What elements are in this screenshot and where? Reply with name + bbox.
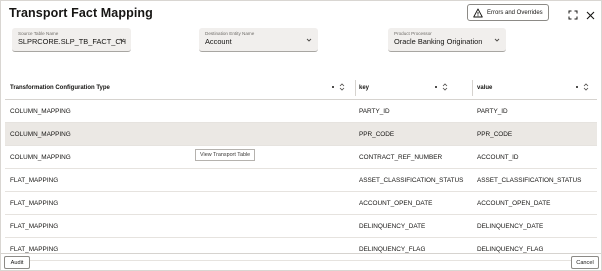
- key-cell: DELINQUENCY_FLAG: [359, 245, 426, 253]
- type-cell: COLUMN_MAPPING: [10, 107, 71, 115]
- close-icon[interactable]: [586, 7, 595, 20]
- cancel-button[interactable]: Cancel: [571, 256, 599, 269]
- table-row[interactable]: FLAT_MAPPING DELINQUENCY_FLAG DELINQUENC…: [5, 238, 597, 261]
- page-title: Transport Fact Mapping: [9, 6, 153, 20]
- value-cell: DELINQUENCY_DATE: [477, 222, 544, 230]
- key-cell: ACCOUNT_OPEN_DATE: [359, 199, 433, 207]
- type-cell: COLUMN_MAPPING: [10, 153, 71, 161]
- expand-icon[interactable]: [568, 7, 578, 20]
- sort-icon[interactable]: [576, 83, 589, 91]
- value-cell: PARTY_ID: [477, 107, 508, 115]
- chevron-down-icon: [119, 38, 125, 42]
- value-cell: ACCOUNT_ID: [477, 153, 519, 161]
- product-processor-value: Oracle Banking Origination: [394, 37, 483, 46]
- view-transport-table-tooltip: View Transport Table: [195, 149, 256, 161]
- column-header-type[interactable]: Transformation Configuration Type: [10, 77, 110, 99]
- key-cell: PPR_CODE: [359, 130, 395, 138]
- value-cell: ASSET_CLASSIFICATION_STATUS: [477, 176, 582, 184]
- source-table-select[interactable]: Source Table Name SLPRCORE.SLP_TB_FACT_C…: [12, 28, 131, 52]
- warning-icon: [473, 8, 483, 18]
- footer-divider: [1, 253, 601, 254]
- table-header: Transformation Configuration Type key va…: [5, 77, 597, 100]
- destination-entity-select[interactable]: Destination Entity Name Account: [199, 28, 318, 52]
- chevron-down-icon: [494, 38, 500, 42]
- type-cell: COLUMN_MAPPING: [10, 130, 71, 138]
- source-table-value: SLPRCORE.SLP_TB_FACT_CH: [18, 37, 127, 46]
- type-cell: FLAT_MAPPING: [10, 222, 59, 230]
- dialog: Transport Fact Mapping Errors and Overri…: [0, 0, 602, 271]
- mapping-table: Transformation Configuration Type key va…: [5, 77, 597, 261]
- table-row[interactable]: COLUMN_MAPPING PARTY_ID PARTY_ID: [5, 100, 597, 123]
- table-row[interactable]: FLAT_MAPPING ASSET_CLASSIFICATION_STATUS…: [5, 169, 597, 192]
- value-cell: ACCOUNT_OPEN_DATE: [477, 199, 551, 207]
- type-cell: FLAT_MAPPING: [10, 176, 59, 184]
- table-row[interactable]: FLAT_MAPPING ACCOUNT_OPEN_DATE ACCOUNT_O…: [5, 192, 597, 215]
- destination-entity-label: Destination Entity Name: [205, 31, 255, 36]
- source-table-label: Source Table Name: [18, 31, 59, 36]
- value-cell: DELINQUENCY_FLAG: [477, 245, 544, 253]
- table-row[interactable]: COLUMN_MAPPING PPR_CODE PPR_CODE: [5, 123, 597, 146]
- key-cell: DELINQUENCY_DATE: [359, 222, 426, 230]
- sort-icon[interactable]: [435, 83, 448, 91]
- sort-icon[interactable]: [332, 83, 345, 91]
- table-row[interactable]: FLAT_MAPPING DELINQUENCY_DATE DELINQUENC…: [5, 215, 597, 238]
- product-processor-label: Product Processor: [394, 31, 432, 36]
- destination-entity-value: Account: [205, 37, 232, 46]
- key-cell: CONTRACT_REF_NUMBER: [359, 153, 443, 161]
- product-processor-select[interactable]: Product Processor Oracle Banking Origina…: [388, 28, 506, 52]
- column-separator: [472, 80, 473, 96]
- key-cell: PARTY_ID: [359, 107, 390, 115]
- table-row[interactable]: COLUMN_MAPPING CONTRACT_REF_NUMBER ACCOU…: [5, 146, 597, 169]
- key-cell: ASSET_CLASSIFICATION_STATUS: [359, 176, 464, 184]
- audit-button[interactable]: Audit: [4, 256, 30, 269]
- chevron-down-icon: [306, 38, 312, 42]
- column-separator: [355, 80, 356, 96]
- value-cell: PPR_CODE: [477, 130, 513, 138]
- type-cell: FLAT_MAPPING: [10, 199, 59, 207]
- errors-and-overrides-button[interactable]: Errors and Overrides: [467, 4, 549, 21]
- errors-and-overrides-label: Errors and Overrides: [487, 9, 543, 16]
- column-header-value[interactable]: value: [477, 77, 492, 99]
- column-header-key[interactable]: key: [359, 77, 369, 99]
